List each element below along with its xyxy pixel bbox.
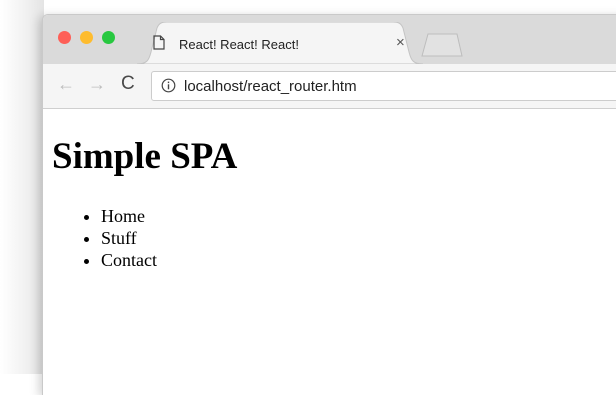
minimize-window-button[interactable]: [80, 31, 93, 44]
new-tab-button[interactable]: [421, 33, 463, 62]
desktop-backdrop: [0, 0, 44, 374]
title-bar: React! React! React! ×: [43, 15, 616, 64]
nav-link-home[interactable]: Home: [101, 206, 145, 226]
nav-link-contact[interactable]: Contact: [101, 250, 157, 270]
tab-title: React! React! React!: [179, 37, 299, 52]
browser-window: React! React! React! × ← → C localhost/r…: [42, 14, 616, 395]
nav-link-stuff[interactable]: Stuff: [101, 228, 137, 248]
info-icon[interactable]: [161, 78, 176, 98]
document-icon: [153, 35, 165, 55]
page-content: Simple SPA Home Stuff Contact: [43, 109, 616, 395]
list-item: Stuff: [101, 227, 157, 249]
forward-button[interactable]: →: [88, 75, 106, 93]
close-window-button[interactable]: [58, 31, 71, 44]
reload-button[interactable]: C: [121, 74, 135, 93]
list-item: Contact: [101, 249, 157, 271]
url-text[interactable]: localhost/react_router.htm: [184, 78, 357, 95]
address-bar[interactable]: localhost/react_router.htm: [151, 71, 616, 101]
close-tab-icon[interactable]: ×: [396, 35, 405, 50]
list-item: Home: [101, 205, 157, 227]
navigation-toolbar: ← → C localhost/react_router.htm: [43, 64, 616, 109]
back-button[interactable]: ←: [57, 75, 75, 93]
browser-tab[interactable]: React! React! React! ×: [137, 22, 427, 64]
nav-link-list: Home Stuff Contact: [79, 205, 157, 271]
page-title: Simple SPA: [52, 136, 238, 177]
maximize-window-button[interactable]: [102, 31, 115, 44]
